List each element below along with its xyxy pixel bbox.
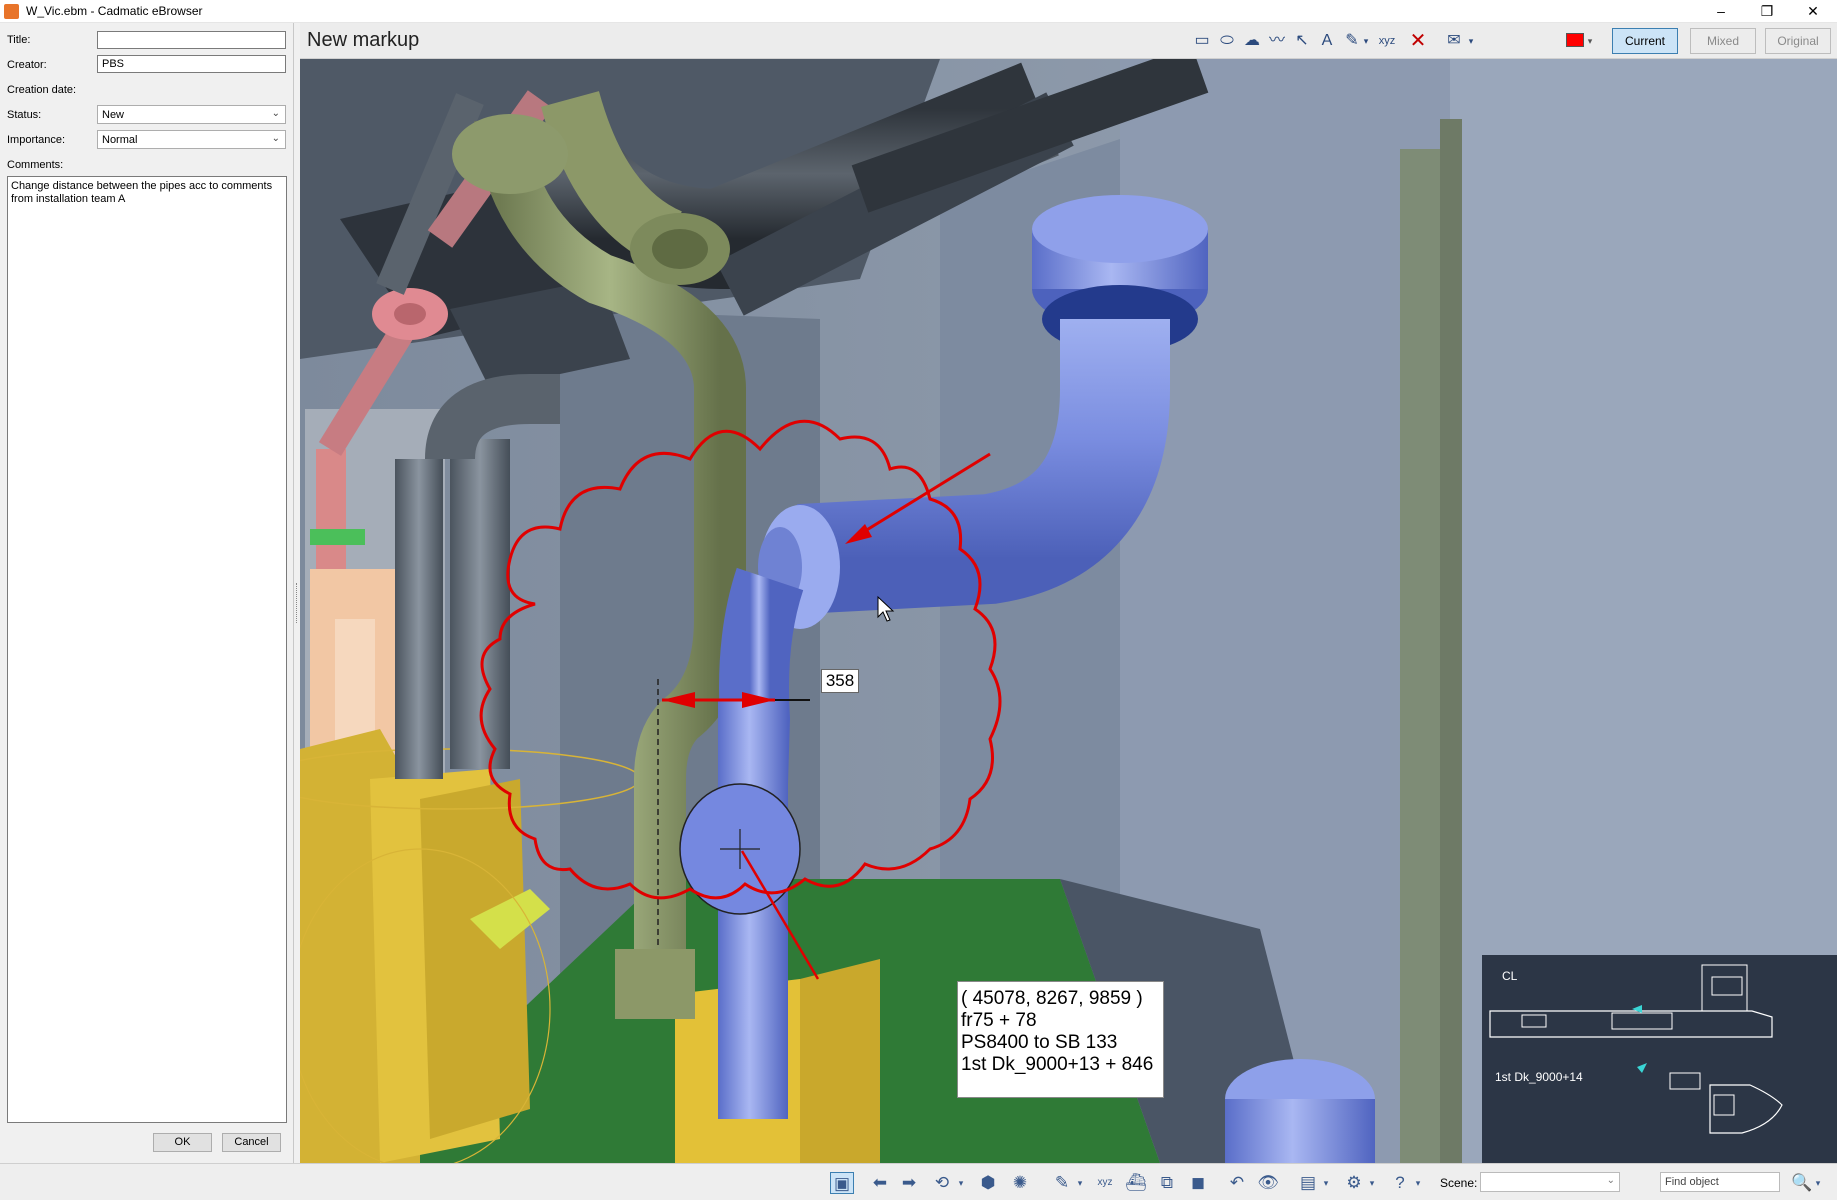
splitter-grip[interactable] [296,583,298,623]
measure-tool-icon[interactable]: ✎ [1050,1172,1074,1194]
scene-label: Scene: [1440,1176,1478,1190]
coordinate-deck: 1st Dk_9000+13 + 846 [961,1054,1154,1075]
mode-original-button[interactable]: Original [1765,28,1831,54]
explode-view-icon[interactable]: ✺ [1008,1172,1032,1194]
markup-properties-panel: Title: Creator: PBS Creation date: Statu… [0,23,294,1163]
dimension-value: 358 [821,669,859,693]
layers-icon[interactable]: ▤ [1296,1172,1320,1194]
forward-arrow-icon[interactable]: ➡ [897,1172,921,1194]
cancel-button[interactable]: Cancel [222,1133,281,1152]
scene-select[interactable]: ⌄ [1480,1172,1620,1192]
pen-color-swatch[interactable] [1566,33,1584,47]
visibility-icon[interactable]: 👁 [1256,1172,1280,1194]
mode-mixed-button[interactable]: Mixed [1690,28,1756,54]
fit-view-icon[interactable]: ▣ [830,1172,854,1194]
find-object-input[interactable]: Find object [1660,1172,1780,1192]
chevron-down-icon[interactable]: ▾ [1465,29,1477,53]
title-bar: W_Vic.ebm - Cadmatic eBrowser – ❐ ✕ [0,0,1837,23]
back-arrow-icon[interactable]: ⬅ [868,1172,892,1194]
bottom-toolbar: ▣ ⬅ ➡ ⟲ ▾ ⬢ ✺ ✎ ▾ xyz ⛴ ⧉ ◼ ↶ 👁 ▤ ▾ ⚙ ▾ … [0,1163,1837,1200]
ok-button[interactable]: OK [153,1133,212,1152]
title-field[interactable] [97,31,286,49]
status-select-value: New [102,109,125,121]
coordinate-transverse: PS8400 to SB 133 [961,1032,1118,1053]
chevron-down-icon[interactable]: ▾ [1413,1172,1423,1194]
importance-select[interactable]: Normal ⌄ [97,130,286,149]
walk-mode-icon[interactable]: ⛴ [1124,1172,1148,1194]
creation-date-label: Creation date: [7,84,77,96]
app-window: W_Vic.ebm - Cadmatic eBrowser – ❐ ✕ Titl… [0,0,1837,1200]
coordinate-info-box[interactable]: ( 45078, 8267, 9859 ) fr75 + 78 PS8400 t… [957,981,1164,1098]
undo-view-icon[interactable]: ↶ [1225,1172,1249,1194]
creator-field[interactable]: PBS [97,55,286,73]
envelope-icon[interactable]: ✉ [1442,29,1466,53]
creator-label: Creator: [7,59,47,71]
chevron-down-icon[interactable]: ▾ [1367,1172,1377,1194]
chevron-down-icon[interactable]: ▾ [1321,1172,1331,1194]
minimize-button[interactable]: – [1698,0,1744,23]
arrow-icon[interactable]: ↖ [1290,29,1314,53]
help-icon[interactable]: ? [1388,1172,1412,1194]
importance-select-value: Normal [102,134,138,146]
restore-button[interactable]: ❐ [1744,0,1790,23]
orbit-icon[interactable]: ⟲ [930,1172,954,1194]
status-label: Status: [7,109,42,121]
ellipse-icon[interactable]: ⬭ [1215,29,1239,53]
chevron-down-icon[interactable]: ▾ [1075,1172,1085,1194]
xyz-icon[interactable]: xyz [1093,1172,1117,1194]
chevron-down-icon: ⌄ [1606,1175,1615,1186]
markup-title: New markup [307,29,420,51]
ship-outline [1489,964,1783,1134]
chevron-down-icon: ⌄ [271,108,280,119]
chevron-down-icon[interactable]: ▾ [1360,29,1372,53]
window-title: W_Vic.ebm - Cadmatic eBrowser [26,4,203,18]
navigation-minimap[interactable]: CL 1st Dk_9000+14 [1482,955,1837,1163]
status-select[interactable]: New ⌄ [97,105,286,124]
chevron-down-icon[interactable]: ▾ [1813,1172,1823,1194]
importance-label: Importance: [7,134,66,146]
markup-toolbar: New markup ▭ ⬭ ☁ 〰 ↖ A ✎ ▾ xyz ✕ ✉ ▾ ▾ C… [300,23,1837,59]
close-button[interactable]: ✕ [1790,0,1836,23]
minimap-deck-label: 1st Dk_9000+14 [1495,1070,1583,1084]
chevron-down-icon[interactable]: ▾ [956,1172,966,1194]
freehand-icon[interactable]: 〰 [1265,29,1289,53]
app-icon [4,4,19,19]
settings-gear-icon[interactable]: ⚙ [1342,1172,1366,1194]
cloud-icon[interactable]: ☁ [1240,29,1264,53]
coordinate-xyz: ( 45078, 8267, 9859 ) [961,988,1143,1009]
cube-view-icon[interactable]: ⬢ [976,1172,1000,1194]
rectangle-icon[interactable]: ▭ [1190,29,1214,53]
chevron-down-icon[interactable]: ▾ [1584,29,1596,53]
comments-field[interactable]: Change distance between the pipes acc to… [7,176,287,1123]
comments-label: Comments: [7,159,64,171]
xyz-coordinate-icon[interactable]: xyz [1375,29,1399,53]
delete-icon[interactable]: ✕ [1406,29,1430,53]
mode-current-button[interactable]: Current [1612,28,1678,54]
chevron-down-icon: ⌄ [271,133,280,144]
title-label: Title: [7,34,31,46]
3d-viewport[interactable]: 358 ( 45078, 8267, 9859 ) fr75 + 78 PS84… [300,59,1837,1163]
hide-object-icon[interactable]: ◼ [1186,1172,1210,1194]
coordinate-frame: fr75 + 78 [961,1010,1037,1031]
search-icon[interactable]: 🔍 [1790,1172,1814,1194]
text-icon[interactable]: A [1315,29,1339,53]
select-object-icon[interactable]: ⧉ [1155,1172,1179,1194]
